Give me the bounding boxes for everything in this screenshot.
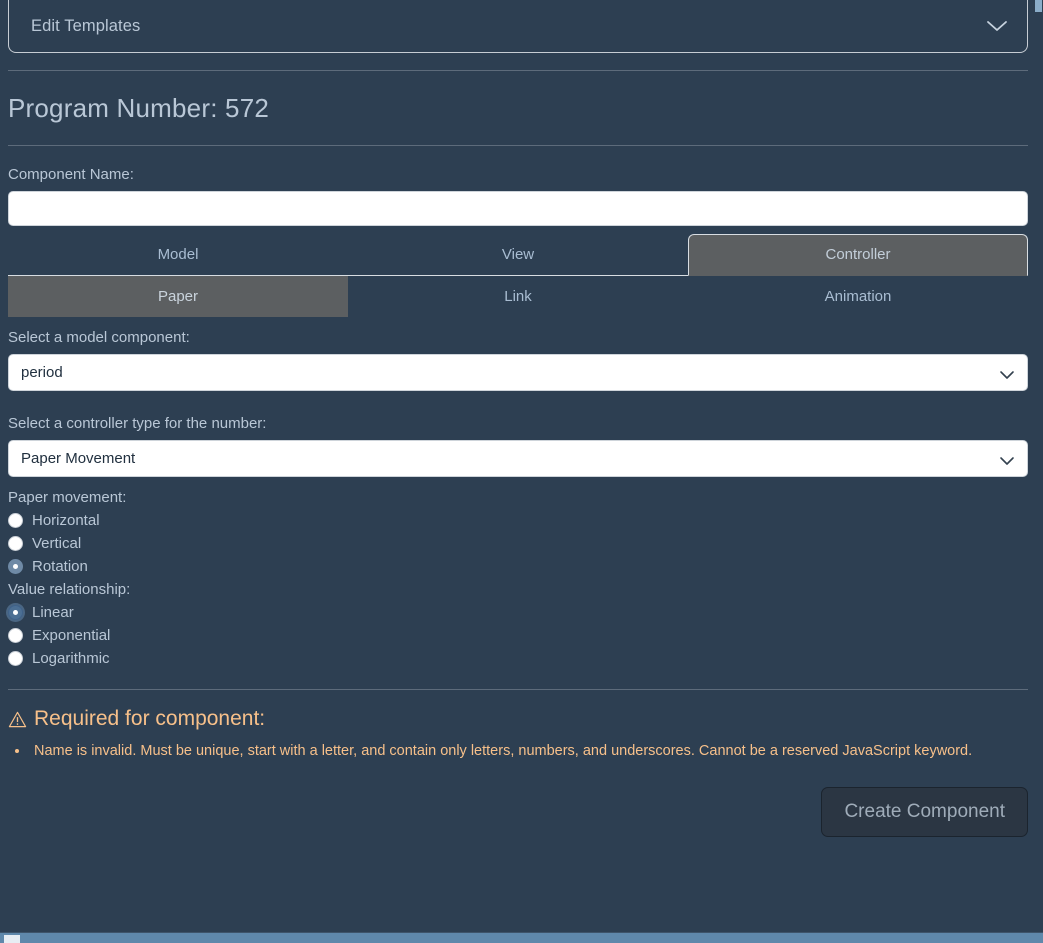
radio-icon[interactable] — [8, 651, 23, 666]
accordion-title: Edit Templates — [31, 16, 141, 35]
component-name-input[interactable] — [8, 191, 1028, 226]
radio-icon[interactable] — [8, 536, 23, 551]
radio-value-relationship-logarithmic[interactable]: Logarithmic — [0, 650, 1036, 667]
divider-under-title — [8, 145, 1028, 146]
radio-icon-selected[interactable] — [8, 559, 23, 574]
value-relationship-label: Value relationship: — [8, 581, 131, 598]
radio-label: Rotation — [32, 558, 88, 575]
warning-list: Name is invalid. Must be unique, start w… — [0, 740, 1036, 762]
tab-link[interactable]: Link — [348, 276, 688, 317]
actions-row: Create Component — [0, 787, 1036, 837]
model-component-label: Select a model component: — [8, 329, 190, 346]
page-title: Program Number: 572 — [8, 93, 270, 123]
radio-value-relationship-exponential[interactable]: Exponential — [0, 627, 1036, 644]
create-component-button[interactable]: Create Component — [821, 787, 1028, 837]
paper-movement-label: Paper movement: — [8, 489, 127, 506]
tabs-secondary: Paper Link Animation — [8, 276, 1028, 317]
tab-view[interactable]: View — [348, 234, 688, 275]
tab-model[interactable]: Model — [8, 234, 348, 275]
horizontal-scrollbar-thumb[interactable] — [4, 935, 20, 943]
radio-paper-movement-rotation[interactable]: Rotation — [0, 558, 1036, 575]
warning-heading: Required for component: — [0, 707, 1036, 731]
component-name-label: Component Name: — [8, 166, 134, 183]
tab-paper[interactable]: Paper — [8, 276, 348, 317]
radio-label: Logarithmic — [32, 650, 110, 667]
model-component-select-wrap: period — [8, 354, 1028, 391]
controller-type-select-wrap: Paper Movement — [8, 440, 1028, 477]
warning-list-item: Name is invalid. Must be unique, start w… — [30, 740, 1028, 762]
tab-animation[interactable]: Animation — [688, 276, 1028, 317]
chevron-down-icon[interactable] — [984, 19, 1010, 33]
radio-icon[interactable] — [8, 628, 23, 643]
radio-label: Horizontal — [32, 512, 100, 529]
radio-label: Vertical — [32, 535, 82, 552]
vertical-scrollbar[interactable] — [1035, 0, 1043, 932]
radio-value-relationship-linear[interactable]: Linear — [0, 604, 1036, 621]
edit-templates-panel: Edit Templates Program Number: 572 Compo… — [0, 0, 1036, 932]
warning-title-text: Required for component: — [34, 707, 266, 730]
edit-templates-accordion-header[interactable]: Edit Templates — [8, 0, 1028, 53]
radio-paper-movement-horizontal[interactable]: Horizontal — [0, 512, 1036, 529]
horizontal-scrollbar[interactable] — [0, 932, 1043, 943]
tab-controller[interactable]: Controller — [688, 234, 1028, 276]
controller-type-select[interactable]: Paper Movement — [8, 440, 1028, 477]
tabs-primary: Model View Controller — [8, 234, 1028, 276]
divider-above-warning — [8, 689, 1028, 690]
warning-triangle-icon — [8, 710, 27, 729]
radio-paper-movement-vertical[interactable]: Vertical — [0, 535, 1036, 552]
radio-icon[interactable] — [8, 513, 23, 528]
radio-label: Linear — [32, 604, 74, 621]
radio-label: Exponential — [32, 627, 111, 644]
radio-icon-selected[interactable] — [8, 605, 23, 620]
model-component-select[interactable]: period — [8, 354, 1028, 391]
controller-type-label: Select a controller type for the number: — [8, 415, 267, 432]
vertical-scrollbar-thumb[interactable] — [1035, 0, 1042, 12]
